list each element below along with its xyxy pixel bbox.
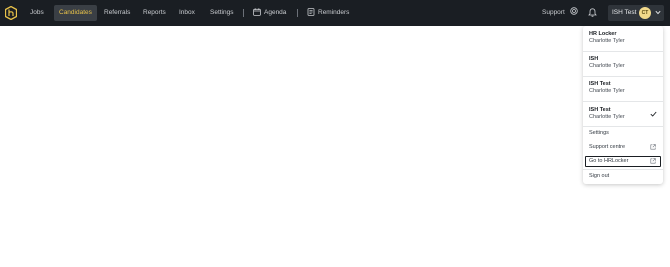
bell-icon[interactable] xyxy=(588,8,597,17)
nav-reports[interactable]: Reports xyxy=(143,5,166,21)
nav-jobs[interactable]: Jobs xyxy=(30,5,44,21)
menu-divider xyxy=(583,101,663,102)
account-org-name: ISH Test xyxy=(589,81,611,87)
account-user-name: Charlotte Tyler xyxy=(589,88,625,94)
top-navbar: Jobs Candidates Referrals Reports Inbox … xyxy=(0,0,670,26)
menu-settings[interactable]: Settings xyxy=(589,130,609,137)
external-link-icon xyxy=(650,158,656,164)
chevron-down-icon xyxy=(655,10,661,15)
logo-icon[interactable] xyxy=(5,6,17,20)
account-option-ish-test-selected[interactable]: ISH Test Charlotte Tyler xyxy=(589,107,659,121)
account-switcher-button[interactable]: ISH Test CT xyxy=(608,5,664,21)
support-link[interactable]: Support xyxy=(542,5,578,21)
account-option-ish-test[interactable]: ISH Test Charlotte Tyler xyxy=(589,81,659,95)
account-org-name: HR Locker xyxy=(589,31,617,37)
account-user-name: Charlotte Tyler xyxy=(589,114,625,120)
avatar: CT xyxy=(639,7,651,19)
account-option-hr-locker[interactable]: HR Locker Charlotte Tyler xyxy=(589,31,659,45)
reminders-icon xyxy=(307,8,315,16)
external-link-icon xyxy=(650,144,656,150)
menu-divider xyxy=(583,126,663,127)
account-name: ISH Test xyxy=(612,9,637,16)
calendar-icon xyxy=(253,8,261,16)
nav-inbox[interactable]: Inbox xyxy=(179,5,195,21)
account-option-ish[interactable]: ISH Charlotte Tyler xyxy=(589,56,659,70)
menu-divider xyxy=(583,169,663,170)
menu-sign-out[interactable]: Sign out xyxy=(589,173,609,180)
nav-divider xyxy=(243,9,244,17)
account-org-name: ISH xyxy=(589,56,599,62)
account-dropdown-menu: HR Locker Charlotte Tyler ISH Charlotte … xyxy=(583,26,663,184)
menu-go-to-hrlocker[interactable]: Go to HRLocker xyxy=(589,158,628,165)
account-org-name: ISH Test xyxy=(589,107,611,113)
support-label: Support xyxy=(542,9,565,16)
checkmark-icon xyxy=(650,111,657,117)
support-lifebuoy-icon xyxy=(569,7,578,15)
menu-support-centre[interactable]: Support centre xyxy=(589,144,625,151)
account-user-name: Charlotte Tyler xyxy=(589,63,625,69)
nav-reminders[interactable]: Reminders xyxy=(318,5,349,21)
nav-candidates[interactable]: Candidates xyxy=(54,5,97,21)
menu-divider xyxy=(583,51,663,52)
account-user-name: Charlotte Tyler xyxy=(589,38,625,44)
nav-divider xyxy=(297,9,298,17)
nav-referrals[interactable]: Referrals xyxy=(104,5,130,21)
menu-divider xyxy=(583,76,663,77)
nav-agenda[interactable]: Agenda xyxy=(264,5,286,21)
nav-settings[interactable]: Settings xyxy=(210,5,234,21)
